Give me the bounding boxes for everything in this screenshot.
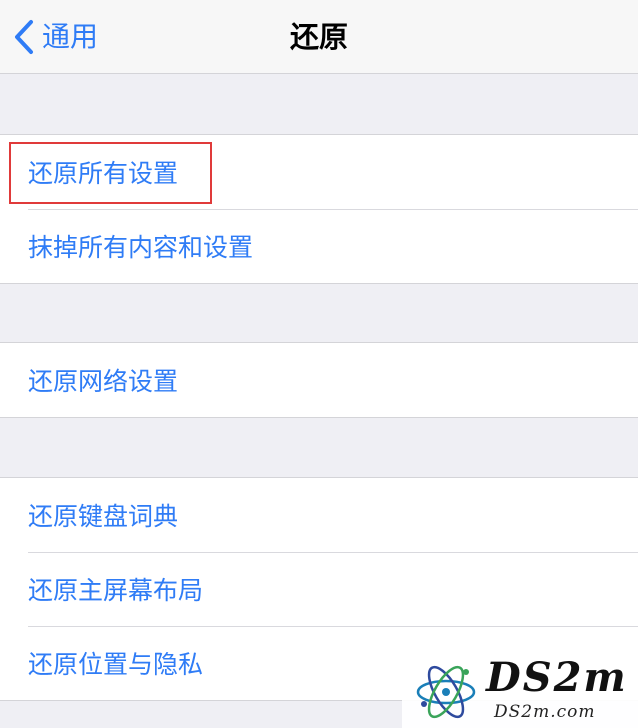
back-button[interactable]: 通用: [14, 16, 98, 58]
row-label: 还原键盘词典: [28, 502, 179, 531]
navigation-bar: 还原 通用: [0, 0, 638, 74]
erase-all-content-row[interactable]: 抹掉所有内容和设置: [0, 209, 638, 283]
watermark-domain: DS2m.com: [494, 702, 596, 722]
reset-keyboard-dictionary-row[interactable]: 还原键盘词典: [0, 478, 638, 552]
chevron-left-icon: [14, 19, 34, 55]
watermark: DS2m DS2m.com: [402, 652, 638, 728]
row-label: 还原位置与隐私: [28, 650, 204, 679]
atom-logo-icon: [416, 665, 476, 719]
row-label: 还原网络设置: [28, 367, 179, 396]
row-label: 还原所有设置: [28, 159, 179, 188]
row-label: 抹掉所有内容和设置: [28, 233, 254, 262]
reset-network-settings-row[interactable]: 还原网络设置: [0, 343, 638, 417]
row-label: 还原主屏幕布局: [28, 576, 204, 605]
watermark-brand: DS2m: [486, 654, 628, 701]
reset-all-settings-row[interactable]: 还原所有设置: [0, 135, 638, 209]
settings-group-1: 还原所有设置 抹掉所有内容和设置: [0, 134, 638, 284]
reset-home-screen-layout-row[interactable]: 还原主屏幕布局: [0, 552, 638, 626]
settings-group-2: 还原网络设置: [0, 342, 638, 418]
back-button-label: 通用: [42, 20, 99, 53]
